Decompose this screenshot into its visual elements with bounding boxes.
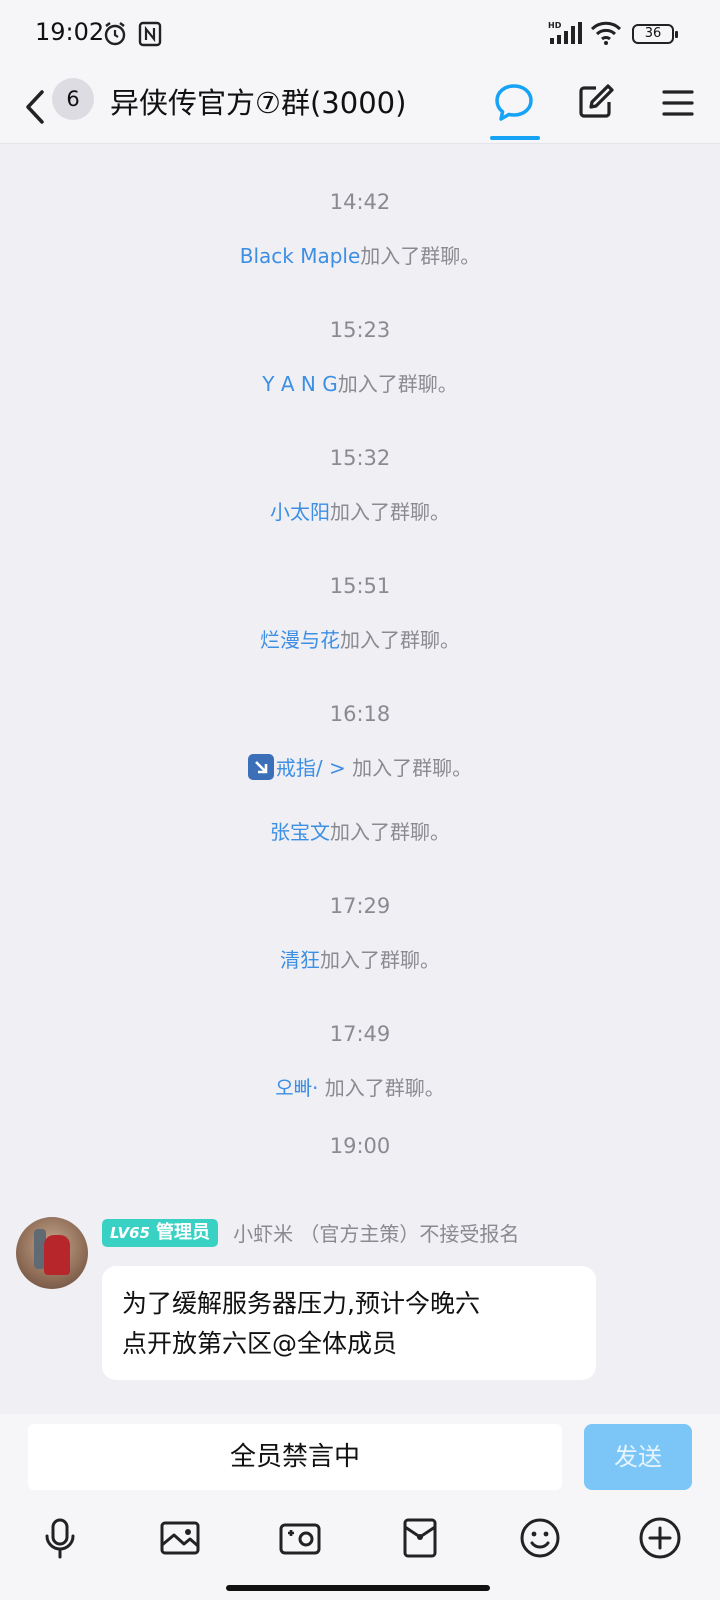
message-input-muted: 全员禁言中: [28, 1424, 562, 1490]
arrow-emoji-icon: [247, 754, 274, 780]
member-nick[interactable]: Black Maple: [240, 244, 361, 268]
camera-icon[interactable]: [276, 1514, 324, 1562]
chevron-left-icon: [26, 90, 44, 124]
system-message: 张宝文加入了群聊。: [0, 816, 720, 845]
active-tab-indicator: [490, 136, 540, 140]
plus-icon[interactable]: [636, 1514, 684, 1562]
chat-header: 6 异侠传官方⑦群(3000): [0, 70, 720, 144]
status-bar: 19:02 HD 36: [0, 0, 720, 70]
timestamp: 16:18: [329, 702, 391, 726]
timestamp: 19:00: [329, 1134, 391, 1158]
nfc-icon: [138, 20, 162, 52]
system-text: 加入了群聊。: [330, 500, 450, 524]
system-text: 加入了群聊。: [330, 820, 450, 844]
timestamp: 15:51: [329, 574, 391, 598]
signal-icon: HD: [548, 20, 584, 50]
system-text: 加入了群聊。: [360, 244, 481, 268]
system-message: 오빠· 加入了群聊。: [0, 1072, 720, 1101]
edit-icon[interactable]: [572, 78, 620, 126]
system-text: 加入了群聊。: [324, 1076, 445, 1100]
svg-text:HD: HD: [548, 21, 562, 30]
timestamp: 17:29: [329, 894, 391, 918]
unread-count-badge[interactable]: 6: [52, 78, 94, 120]
system-message: 戒指/ > 加入了群聊。: [0, 752, 720, 781]
emoji-icon[interactable]: [516, 1514, 564, 1562]
member-nick[interactable]: 烂漫与花: [260, 628, 340, 652]
avatar[interactable]: [16, 1217, 88, 1289]
system-text: 加入了群聊。: [337, 372, 458, 396]
role-label: 管理员: [155, 1221, 210, 1243]
level-label: LV65: [110, 1223, 150, 1242]
system-message: Y A N G加入了群聊。: [0, 368, 720, 397]
sender-info: LV65 管理员 小虾米 （官方主策）不接受报名: [102, 1218, 519, 1247]
back-button[interactable]: [20, 82, 50, 132]
timestamp: 15:23: [329, 318, 391, 342]
system-message: 小太阳加入了群聊。: [0, 496, 720, 525]
role-badge: LV65 管理员: [102, 1218, 218, 1247]
red-packet-icon[interactable]: [396, 1514, 444, 1562]
system-message: Black Maple加入了群聊。: [0, 240, 720, 269]
system-text: 加入了群聊。: [340, 628, 460, 652]
input-bar: 全员禁言中 发送: [0, 1414, 720, 1600]
mic-icon[interactable]: [36, 1514, 84, 1562]
system-text: 加入了群聊。: [352, 756, 473, 780]
member-nick[interactable]: 清狂: [280, 948, 320, 972]
wifi-icon: [590, 20, 622, 50]
timestamp: 17:49: [329, 1022, 391, 1046]
member-nick[interactable]: 小太阳: [270, 500, 330, 524]
message-bubble[interactable]: 为了缓解服务器压力,预计今晚六 点开放第六区@全体成员: [102, 1266, 596, 1380]
member-nick[interactable]: 张宝文: [270, 820, 330, 844]
home-indicator[interactable]: [226, 1585, 490, 1591]
message-text-line: 为了缓解服务器压力,预计今晚六: [122, 1289, 480, 1318]
system-message: 烂漫与花加入了群聊。: [0, 624, 720, 653]
chat-title: 异侠传官方⑦群(3000): [110, 86, 407, 120]
battery-indicator: 36: [632, 24, 678, 44]
sender-name[interactable]: 小虾米 （官方主策）不接受报名: [233, 1218, 519, 1247]
member-nick[interactable]: 오빠·: [275, 1076, 318, 1100]
member-nick[interactable]: 戒指/ >: [276, 756, 346, 780]
system-text: 加入了群聊。: [320, 948, 440, 972]
member-nick[interactable]: Y A N G: [262, 372, 337, 396]
alarm-icon: [102, 20, 128, 52]
send-button: 发送: [584, 1424, 692, 1490]
chat-bubble-icon[interactable]: [490, 78, 538, 126]
status-time: 19:02: [35, 18, 105, 46]
image-icon[interactable]: [156, 1514, 204, 1562]
timestamp: 14:42: [329, 190, 391, 214]
timestamp: 15:32: [329, 446, 391, 470]
message-text-line: 点开放第六区@全体成员: [122, 1329, 398, 1358]
system-message: 清狂加入了群聊。: [0, 944, 720, 973]
menu-icon[interactable]: [654, 78, 702, 126]
